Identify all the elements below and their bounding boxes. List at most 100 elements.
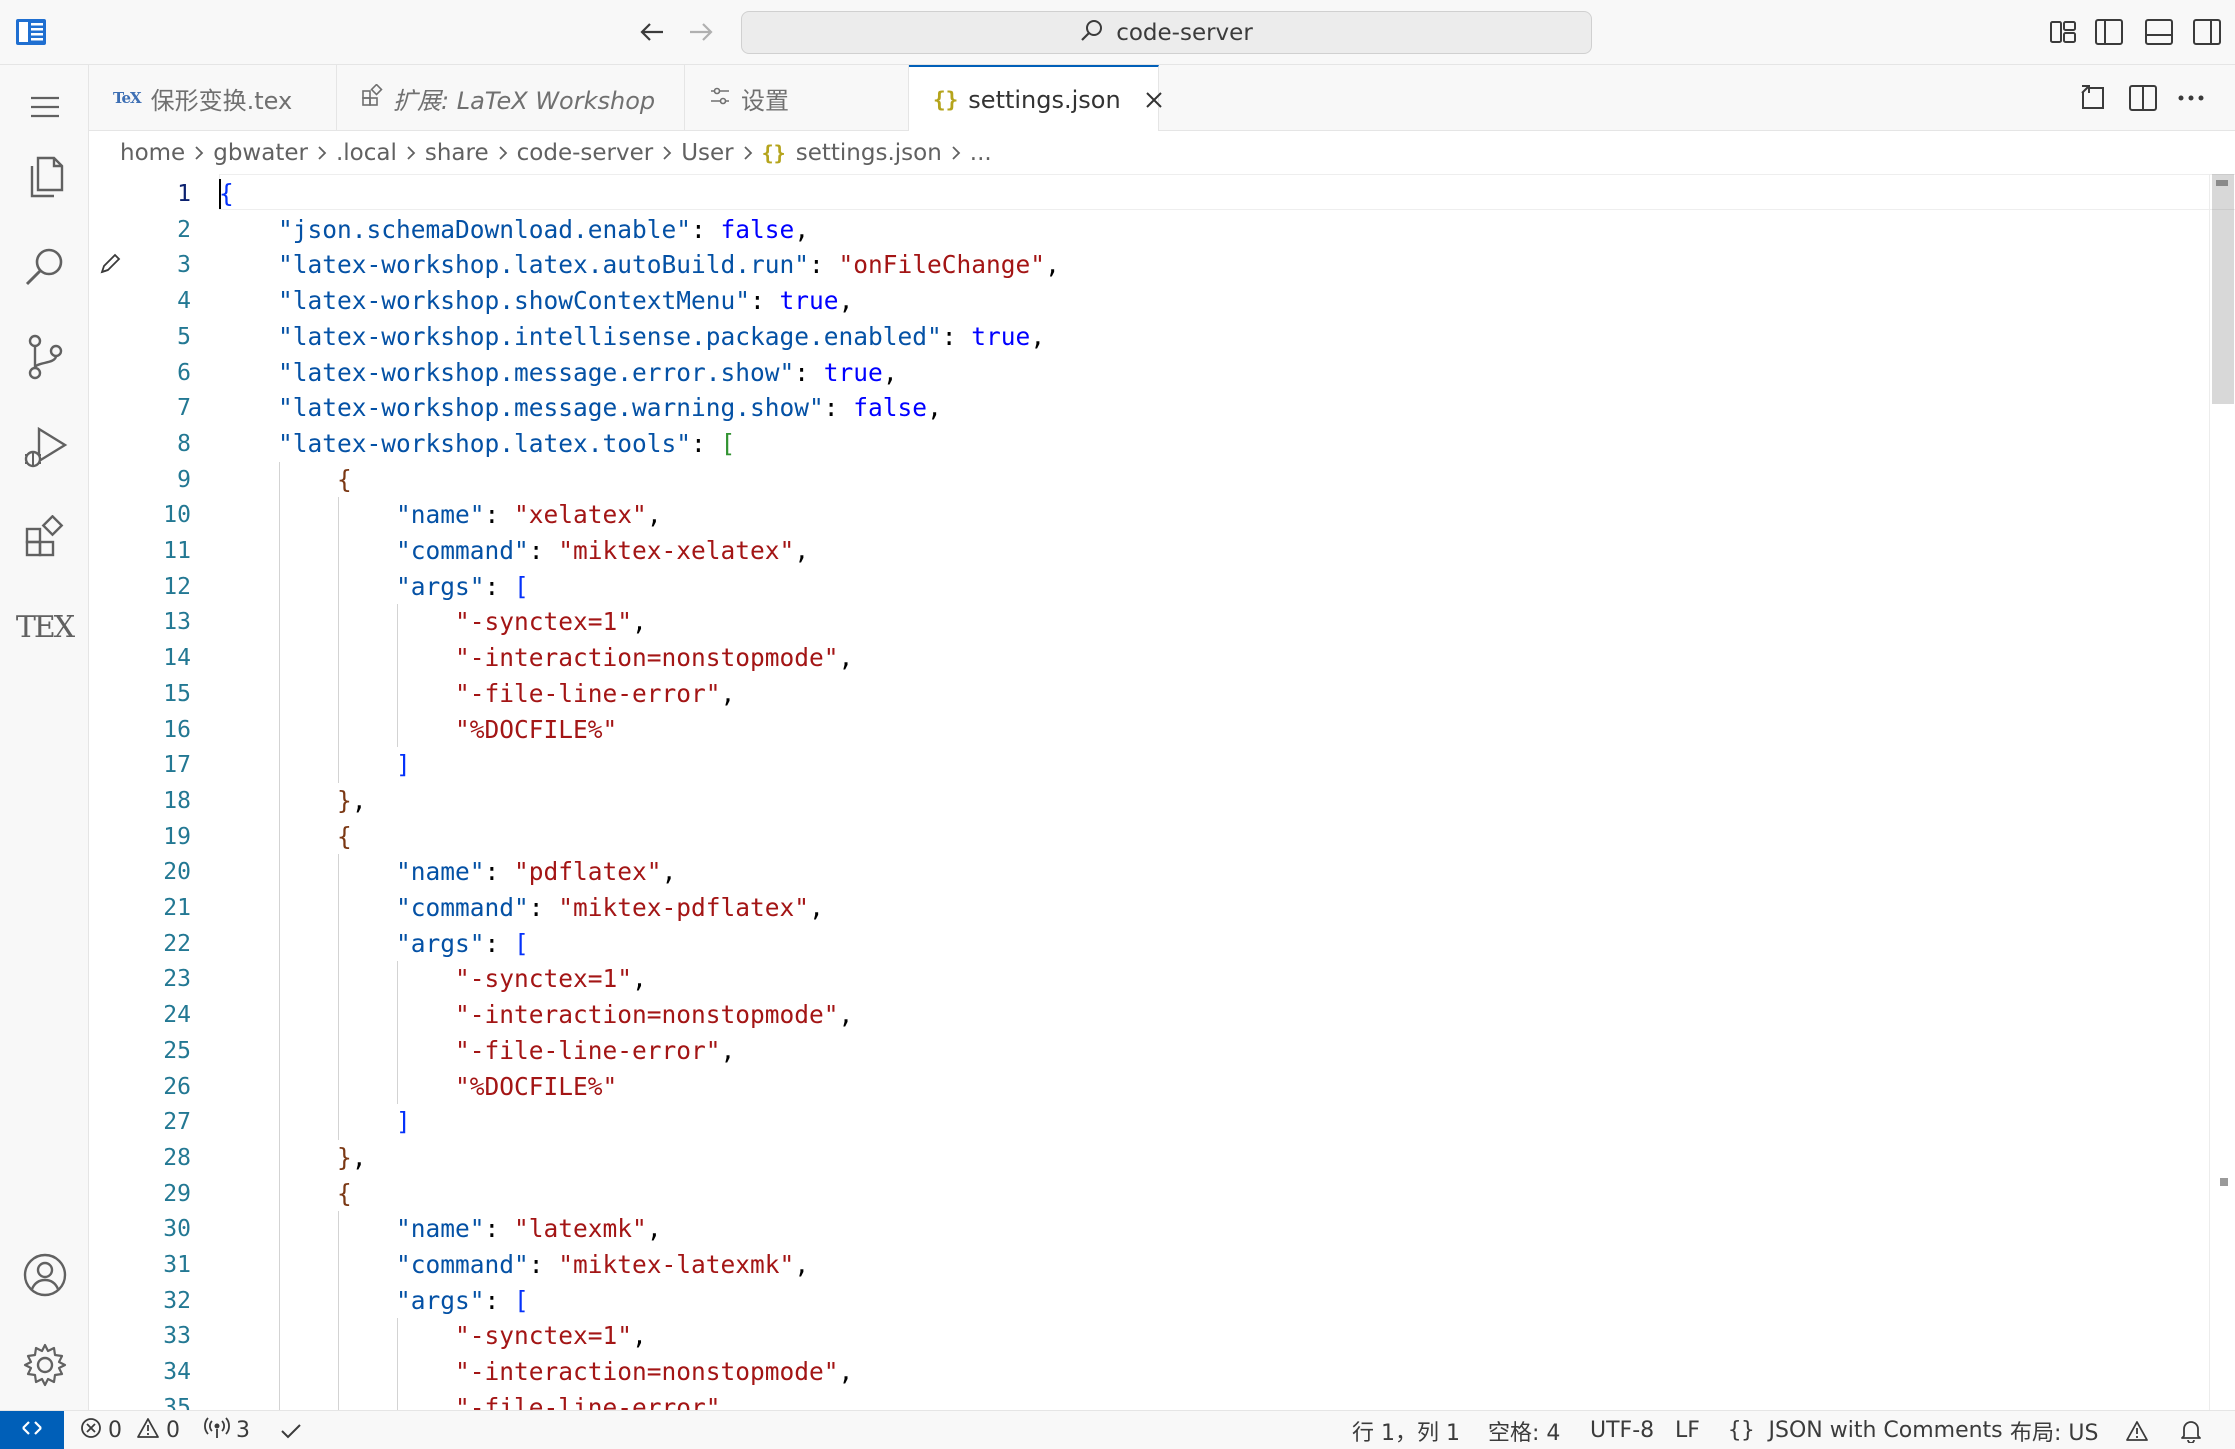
problems-indicator[interactable]: 0 0 (80, 1411, 180, 1449)
back-arrow-icon[interactable] (632, 12, 672, 52)
breadcrumb-item-code-server[interactable]: code-server (517, 140, 654, 166)
forward-arrow-icon[interactable] (681, 12, 721, 52)
tab-settings-json[interactable]: {} settings.json (909, 65, 1162, 132)
toggle-secondary-sidebar-icon[interactable] (2188, 14, 2226, 50)
code-line[interactable]: { (219, 1176, 352, 1212)
code-line[interactable]: "latex-workshop.latex.autoBuild.run": "o… (219, 247, 1060, 283)
code-token: : (794, 357, 824, 387)
gear-icon[interactable] (0, 1323, 89, 1407)
tab-extension-latex-workshop[interactable]: 扩展: LaTeX Workshop (337, 65, 685, 131)
title-bar: code-server (0, 0, 2235, 65)
search-icon[interactable] (0, 225, 89, 309)
code-line[interactable]: { (219, 176, 234, 212)
more-actions-icon[interactable] (2172, 79, 2210, 117)
tab-label: settings.json (968, 85, 1121, 114)
code-token: , (1045, 250, 1060, 280)
code-line[interactable]: "name": "xelatex", (219, 497, 662, 533)
code-line[interactable]: "-file-line-error", (219, 676, 735, 712)
code-editor[interactable]: 1 2 3 4 5 6 7 8 9 10 11 12 13 14 15 16 17 18 19 20 21 22 23 24 2… (89, 174, 2235, 1410)
code-area[interactable]: { "json.schemaDownload.enable": false, "… (219, 174, 2199, 1410)
account-icon[interactable] (0, 1233, 89, 1317)
warning-icon[interactable] (2125, 1411, 2149, 1449)
code-token: , (838, 643, 854, 673)
code-line[interactable]: "command": "miktex-pdflatex", (219, 890, 824, 926)
json-braces-icon: {} (761, 140, 786, 165)
code-line[interactable]: "args": [ (219, 926, 529, 962)
code-line[interactable]: "-file-line-error", (219, 1390, 735, 1410)
code-line[interactable]: "-interaction=nonstopmode", (219, 640, 853, 676)
code-line[interactable]: "latex-workshop.showContextMenu": true, (219, 283, 853, 319)
tex-label: TEX (15, 609, 75, 645)
code-line[interactable]: "-synctex=1", (219, 961, 647, 997)
code-line[interactable]: "name": "pdflatex", (219, 854, 676, 890)
code-line[interactable]: "latex-workshop.intellisense.package.ena… (219, 319, 1045, 355)
extensions-icon[interactable] (0, 495, 89, 579)
toggle-primary-sidebar-icon[interactable] (2090, 14, 2128, 50)
code-line[interactable]: "name": "latexmk", (219, 1211, 662, 1247)
explorer-files-icon[interactable] (0, 135, 89, 219)
line-number: 9 (177, 466, 191, 493)
run-debug-icon[interactable] (0, 405, 89, 489)
code-line[interactable]: }, (219, 783, 367, 819)
breadcrumb-item-share[interactable]: share (425, 140, 489, 166)
scrollbar-thumb[interactable] (2212, 174, 2234, 404)
code-line[interactable]: }, (219, 1140, 367, 1176)
code-line[interactable]: "latex-workshop.latex.tools": [ (219, 426, 735, 462)
ports-count: 3 (236, 1418, 250, 1443)
tab-conformal-tex[interactable]: TeX 保形变换.tex (89, 65, 337, 131)
check-icon[interactable] (280, 1411, 302, 1449)
code-line[interactable]: ] (219, 747, 411, 783)
code-line[interactable]: "-file-line-error", (219, 1033, 735, 1069)
remote-indicator[interactable] (0, 1411, 64, 1449)
breadcrumb-item-more[interactable]: ... (970, 140, 992, 166)
close-icon[interactable] (1145, 86, 1163, 114)
breadcrumb: home gbwater .local share code-server Us… (89, 131, 2235, 174)
code-line[interactable]: "args": [ (219, 1283, 529, 1319)
tab-settings[interactable]: 设置 (685, 65, 909, 131)
code-line[interactable]: ] (219, 1104, 411, 1140)
language-mode[interactable]: {} JSON with Comments (1728, 1411, 2003, 1449)
command-center-search[interactable]: code-server (741, 11, 1592, 54)
breadcrumb-item-local[interactable]: .local (336, 140, 397, 166)
code-token: ] (396, 1107, 411, 1137)
split-editor-icon[interactable] (2124, 79, 2162, 117)
cursor-position[interactable]: 行 1，列 1 (1352, 1411, 1460, 1449)
breadcrumb-item-user[interactable]: User (681, 140, 733, 166)
sidebar-toggle-icon[interactable] (12, 14, 50, 50)
code-token: "latex-workshop.intellisense.package.ena… (278, 321, 942, 351)
code-line[interactable]: "command": "miktex-xelatex", (219, 533, 809, 569)
code-line[interactable]: { (219, 462, 352, 498)
code-token: : (750, 286, 780, 316)
code-line[interactable]: "-synctex=1", (219, 604, 647, 640)
indentation[interactable]: 空格: 4 (1488, 1411, 1560, 1449)
open-settings-ui-icon[interactable] (2074, 79, 2112, 117)
code-line[interactable]: "-synctex=1", (219, 1318, 647, 1354)
code-token: , (720, 1392, 736, 1410)
vertical-scrollbar[interactable] (2209, 174, 2235, 1410)
code-line[interactable]: "args": [ (219, 569, 529, 605)
source-control-icon[interactable] (0, 315, 89, 399)
keyboard-layout[interactable]: 布局: US (2010, 1411, 2098, 1449)
code-line[interactable]: "-interaction=nonstopmode", (219, 997, 853, 1033)
code-line[interactable]: "json.schemaDownload.enable": false, (219, 212, 809, 248)
breadcrumb-item-home[interactable]: home (120, 140, 185, 166)
end-of-line[interactable]: LF (1675, 1411, 1700, 1449)
code-line[interactable]: "latex-workshop.message.error.show": tru… (219, 355, 898, 391)
customize-layout-icon[interactable] (2044, 14, 2082, 50)
ports-indicator[interactable]: 3 (204, 1411, 250, 1449)
code-line[interactable]: "command": "miktex-latexmk", (219, 1247, 809, 1283)
code-line[interactable]: { (219, 819, 352, 855)
toggle-panel-icon[interactable] (2140, 14, 2178, 50)
breadcrumb-item-settings-json[interactable]: settings.json (796, 140, 942, 166)
line-number: 27 (163, 1109, 191, 1136)
breadcrumb-item-gbwater[interactable]: gbwater (213, 140, 308, 166)
tex-icon[interactable]: TEX (0, 585, 89, 669)
bell-icon[interactable] (2180, 1411, 2202, 1449)
code-line[interactable]: "-interaction=nonstopmode", (219, 1354, 853, 1390)
encoding[interactable]: UTF-8 (1590, 1411, 1654, 1449)
code-line[interactable]: "latex-workshop.message.warning.show": f… (219, 390, 942, 426)
code-token: "-file-line-error" (455, 1035, 721, 1065)
